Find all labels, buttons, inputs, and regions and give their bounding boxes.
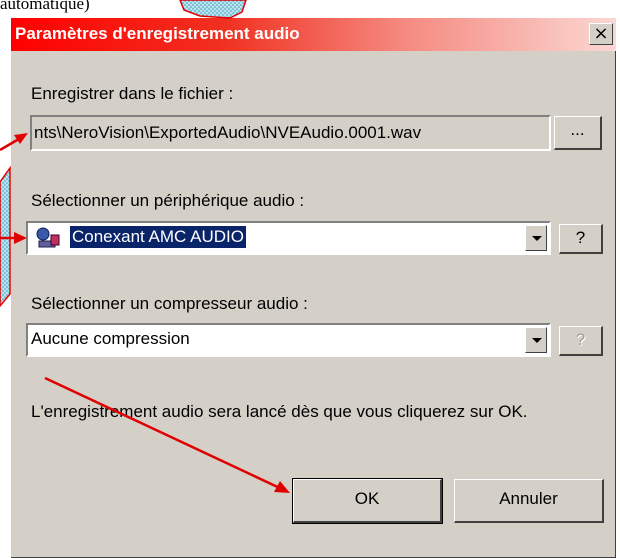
annotation-arrow-ok: [44, 376, 285, 492]
annotation-overlay: [0, 0, 290, 493]
callout-top-shape: [179, 0, 247, 19]
